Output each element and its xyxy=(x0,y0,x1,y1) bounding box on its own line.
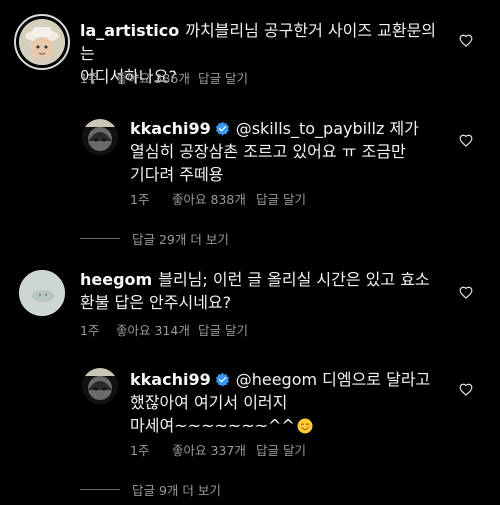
comment-username[interactable]: la_artistico xyxy=(80,21,179,40)
reply-likes[interactable]: 좋아요 838개 xyxy=(172,189,256,208)
comment-likes[interactable]: 좋아요 314개 xyxy=(116,320,198,339)
divider-line xyxy=(80,489,120,490)
avatar-image-icon xyxy=(19,19,65,65)
comment-username[interactable]: heegom xyxy=(80,270,152,289)
heart-icon[interactable] xyxy=(459,134,473,147)
reply-kkachi99: kkachi99 @skills_to_paybillz 제가 열심히 공장삼촌 … xyxy=(0,110,500,220)
comment-time: 1주 xyxy=(80,323,100,338)
divider-line xyxy=(80,238,120,239)
heart-icon[interactable] xyxy=(459,34,473,47)
view-more-replies[interactable]: 답글 29개 더 보기 xyxy=(80,229,229,248)
avatar[interactable] xyxy=(19,270,65,316)
reply-time: 1주 xyxy=(130,443,150,458)
reply-button[interactable]: 답글 달기 xyxy=(198,68,248,87)
heart-icon[interactable] xyxy=(459,383,473,396)
reply-button[interactable]: 답글 달기 xyxy=(256,189,306,208)
comment-la-artistico: la_artistico 까치블리님 공구한거 사이즈 교환문의는 어디서하나요?… xyxy=(0,0,500,90)
reply-button[interactable]: 답글 달기 xyxy=(198,320,248,339)
comment-likes[interactable]: 좋아요 386개 xyxy=(116,68,198,87)
reply-likes[interactable]: 좋아요 337개 xyxy=(172,440,256,459)
reply-time: 1주 xyxy=(130,192,150,207)
reply-text: 제가 xyxy=(384,119,419,138)
reply-text: 열심히 공장삼촌 조르고 있어요 ㅠ 조금만 xyxy=(130,142,406,161)
reply-username[interactable]: kkachi99 xyxy=(130,370,211,389)
avatar[interactable] xyxy=(82,368,118,404)
heart-icon[interactable] xyxy=(459,286,473,299)
reply-username[interactable]: kkachi99 xyxy=(130,119,211,138)
reply-text: 디엠으로 달라고 xyxy=(317,370,431,389)
avatar-image-icon xyxy=(82,119,118,155)
view-more-replies[interactable]: 답글 9개 더 보기 xyxy=(80,480,221,499)
comment-text: 환불 답은 안주시네요? xyxy=(80,293,232,312)
comment-text: 블리님; 이런 글 올리실 시간은 있고 효소 xyxy=(158,270,430,289)
verified-badge-icon xyxy=(215,121,229,136)
reply-button[interactable]: 답글 달기 xyxy=(256,440,306,459)
avatar[interactable] xyxy=(82,119,118,155)
comment-time: 1주 xyxy=(80,71,100,86)
reply-text: 기다려 주떼용 xyxy=(130,165,224,184)
view-more-replies-label[interactable]: 답글 29개 더 보기 xyxy=(132,229,229,248)
view-more-replies-label[interactable]: 답글 9개 더 보기 xyxy=(132,480,221,499)
verified-badge-icon xyxy=(215,372,229,387)
reply-kkachi99: kkachi99 @heegom 디엠으로 달라고 했잖아여 여기서 이러지 마세… xyxy=(0,360,500,470)
reply-text: 했잖아여 여기서 이러지 xyxy=(130,393,288,412)
reply-text: 마세여~~~~~~~^^ xyxy=(130,416,295,435)
mention-link[interactable]: @heegom xyxy=(236,370,317,389)
avatar-image-icon xyxy=(20,271,64,315)
avatar-image-icon xyxy=(82,368,118,404)
comment-heegom: heegom 블리님; 이런 글 올리실 시간은 있고 효소 환불 답은 안주시네… xyxy=(0,258,500,343)
smiling-face-emoji-icon xyxy=(297,418,313,434)
mention-link[interactable]: @skills_to_paybillz xyxy=(236,119,385,138)
avatar[interactable] xyxy=(19,19,65,65)
